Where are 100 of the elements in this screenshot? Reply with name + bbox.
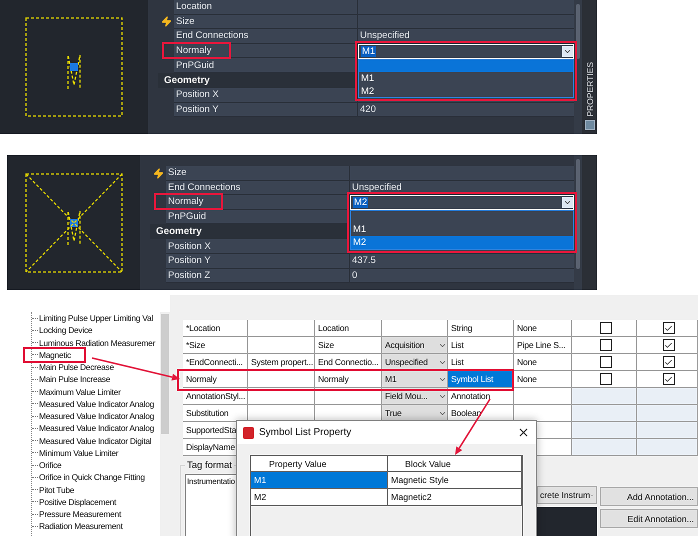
tree-item[interactable]: Pressure Measurement xyxy=(39,509,122,520)
scrollbar-thumb[interactable] xyxy=(576,4,580,59)
table-cell xyxy=(248,337,315,354)
group-label: Tag format xyxy=(186,460,233,471)
table-cell xyxy=(637,405,698,422)
table-cell xyxy=(514,388,572,405)
property-label: Position Y xyxy=(176,104,219,115)
table-cell xyxy=(572,422,637,439)
tree-item[interactable]: Luminous Radiation Measuremer xyxy=(39,338,156,348)
table-cell xyxy=(637,422,698,439)
table-cell xyxy=(572,405,637,422)
tree-item[interactable]: Orifice xyxy=(39,460,62,470)
column-header: Property Value xyxy=(251,456,388,472)
scrollbar-thumb[interactable] xyxy=(161,314,169,434)
chevron-down-icon[interactable] xyxy=(562,197,573,208)
lightning-icon xyxy=(152,168,164,179)
table-cell: Location xyxy=(315,320,382,337)
property-value: Unspecified xyxy=(360,30,410,42)
tree-item[interactable]: Positive Displacement xyxy=(39,496,116,507)
checkbox[interactable] xyxy=(600,339,612,351)
table-cell: None xyxy=(514,320,572,337)
tree-item[interactable]: Measured Value Indicator Analog xyxy=(39,411,154,422)
tree-item[interactable]: Locking Device xyxy=(39,325,92,336)
property-value: 420 xyxy=(360,104,376,115)
lightning-icon xyxy=(160,16,172,28)
tree-item[interactable]: Maximum Value Limiter xyxy=(39,386,121,397)
tree-item[interactable]: Pitot Tube xyxy=(39,484,74,495)
checkbox[interactable] xyxy=(662,356,674,368)
dropdown-field[interactable]: M2 xyxy=(350,195,574,210)
property-label: Position Z xyxy=(168,270,210,281)
side-tab-label[interactable]: PROPERTIES xyxy=(584,62,594,117)
property-label: Position X xyxy=(176,89,219,100)
table-cell xyxy=(248,371,315,388)
dropdown-cell[interactable]: Acquisition xyxy=(382,337,448,354)
property-value: 437.5 xyxy=(352,255,376,266)
table-cell[interactable]: String xyxy=(448,320,514,337)
table-cell[interactable]: M1 xyxy=(251,472,388,489)
table-cell[interactable]: List xyxy=(448,337,514,354)
tree-item[interactable]: Minimum Value Limiter xyxy=(39,448,118,458)
tree-item[interactable]: Measured Value Indicator Digital xyxy=(39,436,152,446)
app-icon xyxy=(243,426,254,438)
table-cell xyxy=(382,320,448,337)
checkbox[interactable] xyxy=(662,373,674,385)
annotation-button[interactable]: Edit Annotation... xyxy=(600,509,698,528)
tree-item[interactable]: Orifice in Quick Change Fitting xyxy=(39,472,145,482)
table-cell: Magnetic2 xyxy=(388,489,522,506)
highlight-frame xyxy=(162,42,232,60)
checkbox[interactable] xyxy=(600,322,612,334)
tree-item[interactable]: Limiting Pulse Upper Limiting Val xyxy=(39,313,154,324)
tree-item[interactable]: Measured Value Indicator Analog xyxy=(39,398,154,409)
dropdown-cell[interactable]: M1 xyxy=(382,371,448,388)
table-cell: *Location xyxy=(183,320,248,337)
table-cell: Magnetic Style xyxy=(388,472,522,489)
dropdown-field[interactable]: crete Instrum xyxy=(537,486,597,504)
checkbox[interactable] xyxy=(600,356,612,368)
table-cell xyxy=(248,320,315,337)
table-cell: Normaly xyxy=(315,371,382,388)
property-label: Position X xyxy=(168,240,211,252)
checkbox[interactable] xyxy=(662,322,674,334)
dialog-title: Symbol List Property xyxy=(259,427,352,438)
table-cell: Substitution xyxy=(183,405,248,422)
tree-item[interactable]: Main Pulse Increase xyxy=(39,374,110,384)
checkbox[interactable] xyxy=(662,339,674,351)
property-label: Size xyxy=(176,16,194,27)
tree-item[interactable]: Main Pulse Decrease xyxy=(39,362,114,372)
splitter-bar[interactable] xyxy=(170,295,183,536)
annotation-button[interactable]: Add Annotation... xyxy=(600,487,698,506)
highlight-frame xyxy=(154,193,224,210)
close-button[interactable] xyxy=(517,426,530,439)
preview-area xyxy=(537,507,597,536)
checkbox[interactable] xyxy=(600,373,612,385)
table-cell: *Size xyxy=(183,337,248,354)
tree-item[interactable]: Radiation Measurement xyxy=(39,521,123,532)
table-cell: None xyxy=(514,354,572,371)
tree-item[interactable]: Magnetic xyxy=(39,350,71,360)
table-cell[interactable]: Symbol List xyxy=(448,371,514,388)
property-label: Normaly xyxy=(176,45,212,56)
property-value: Unspecified xyxy=(352,182,402,193)
dropdown-option[interactable]: M2 xyxy=(351,236,573,249)
table-cell: Normaly xyxy=(183,371,248,388)
property-label: PnPGuid xyxy=(168,211,206,222)
column-header: Block Value xyxy=(388,456,522,472)
property-label: Position Y xyxy=(168,255,211,266)
dropdown-field[interactable]: M1 xyxy=(358,44,574,59)
property-label: End Connections xyxy=(168,182,240,193)
scrollbar-thumb[interactable] xyxy=(576,159,580,269)
property-label: End Connections xyxy=(176,30,248,42)
table-cell xyxy=(572,439,637,456)
property-label: Location xyxy=(176,1,212,12)
dropdown-option[interactable]: M1 xyxy=(351,224,573,236)
dropdown-option[interactable]: M1 xyxy=(359,72,573,85)
palette-icon xyxy=(584,120,594,130)
tree-item[interactable]: Measured Value Indicator Analog xyxy=(39,423,154,434)
chevron-down-icon[interactable] xyxy=(562,46,573,57)
table-cell[interactable]: M2 xyxy=(251,489,388,506)
property-label: Size xyxy=(168,167,186,178)
table-cell: None xyxy=(514,371,572,388)
table-cell: Size xyxy=(315,337,382,354)
property-value: 0 xyxy=(352,270,358,281)
property-label: PnPGuid xyxy=(176,60,214,71)
